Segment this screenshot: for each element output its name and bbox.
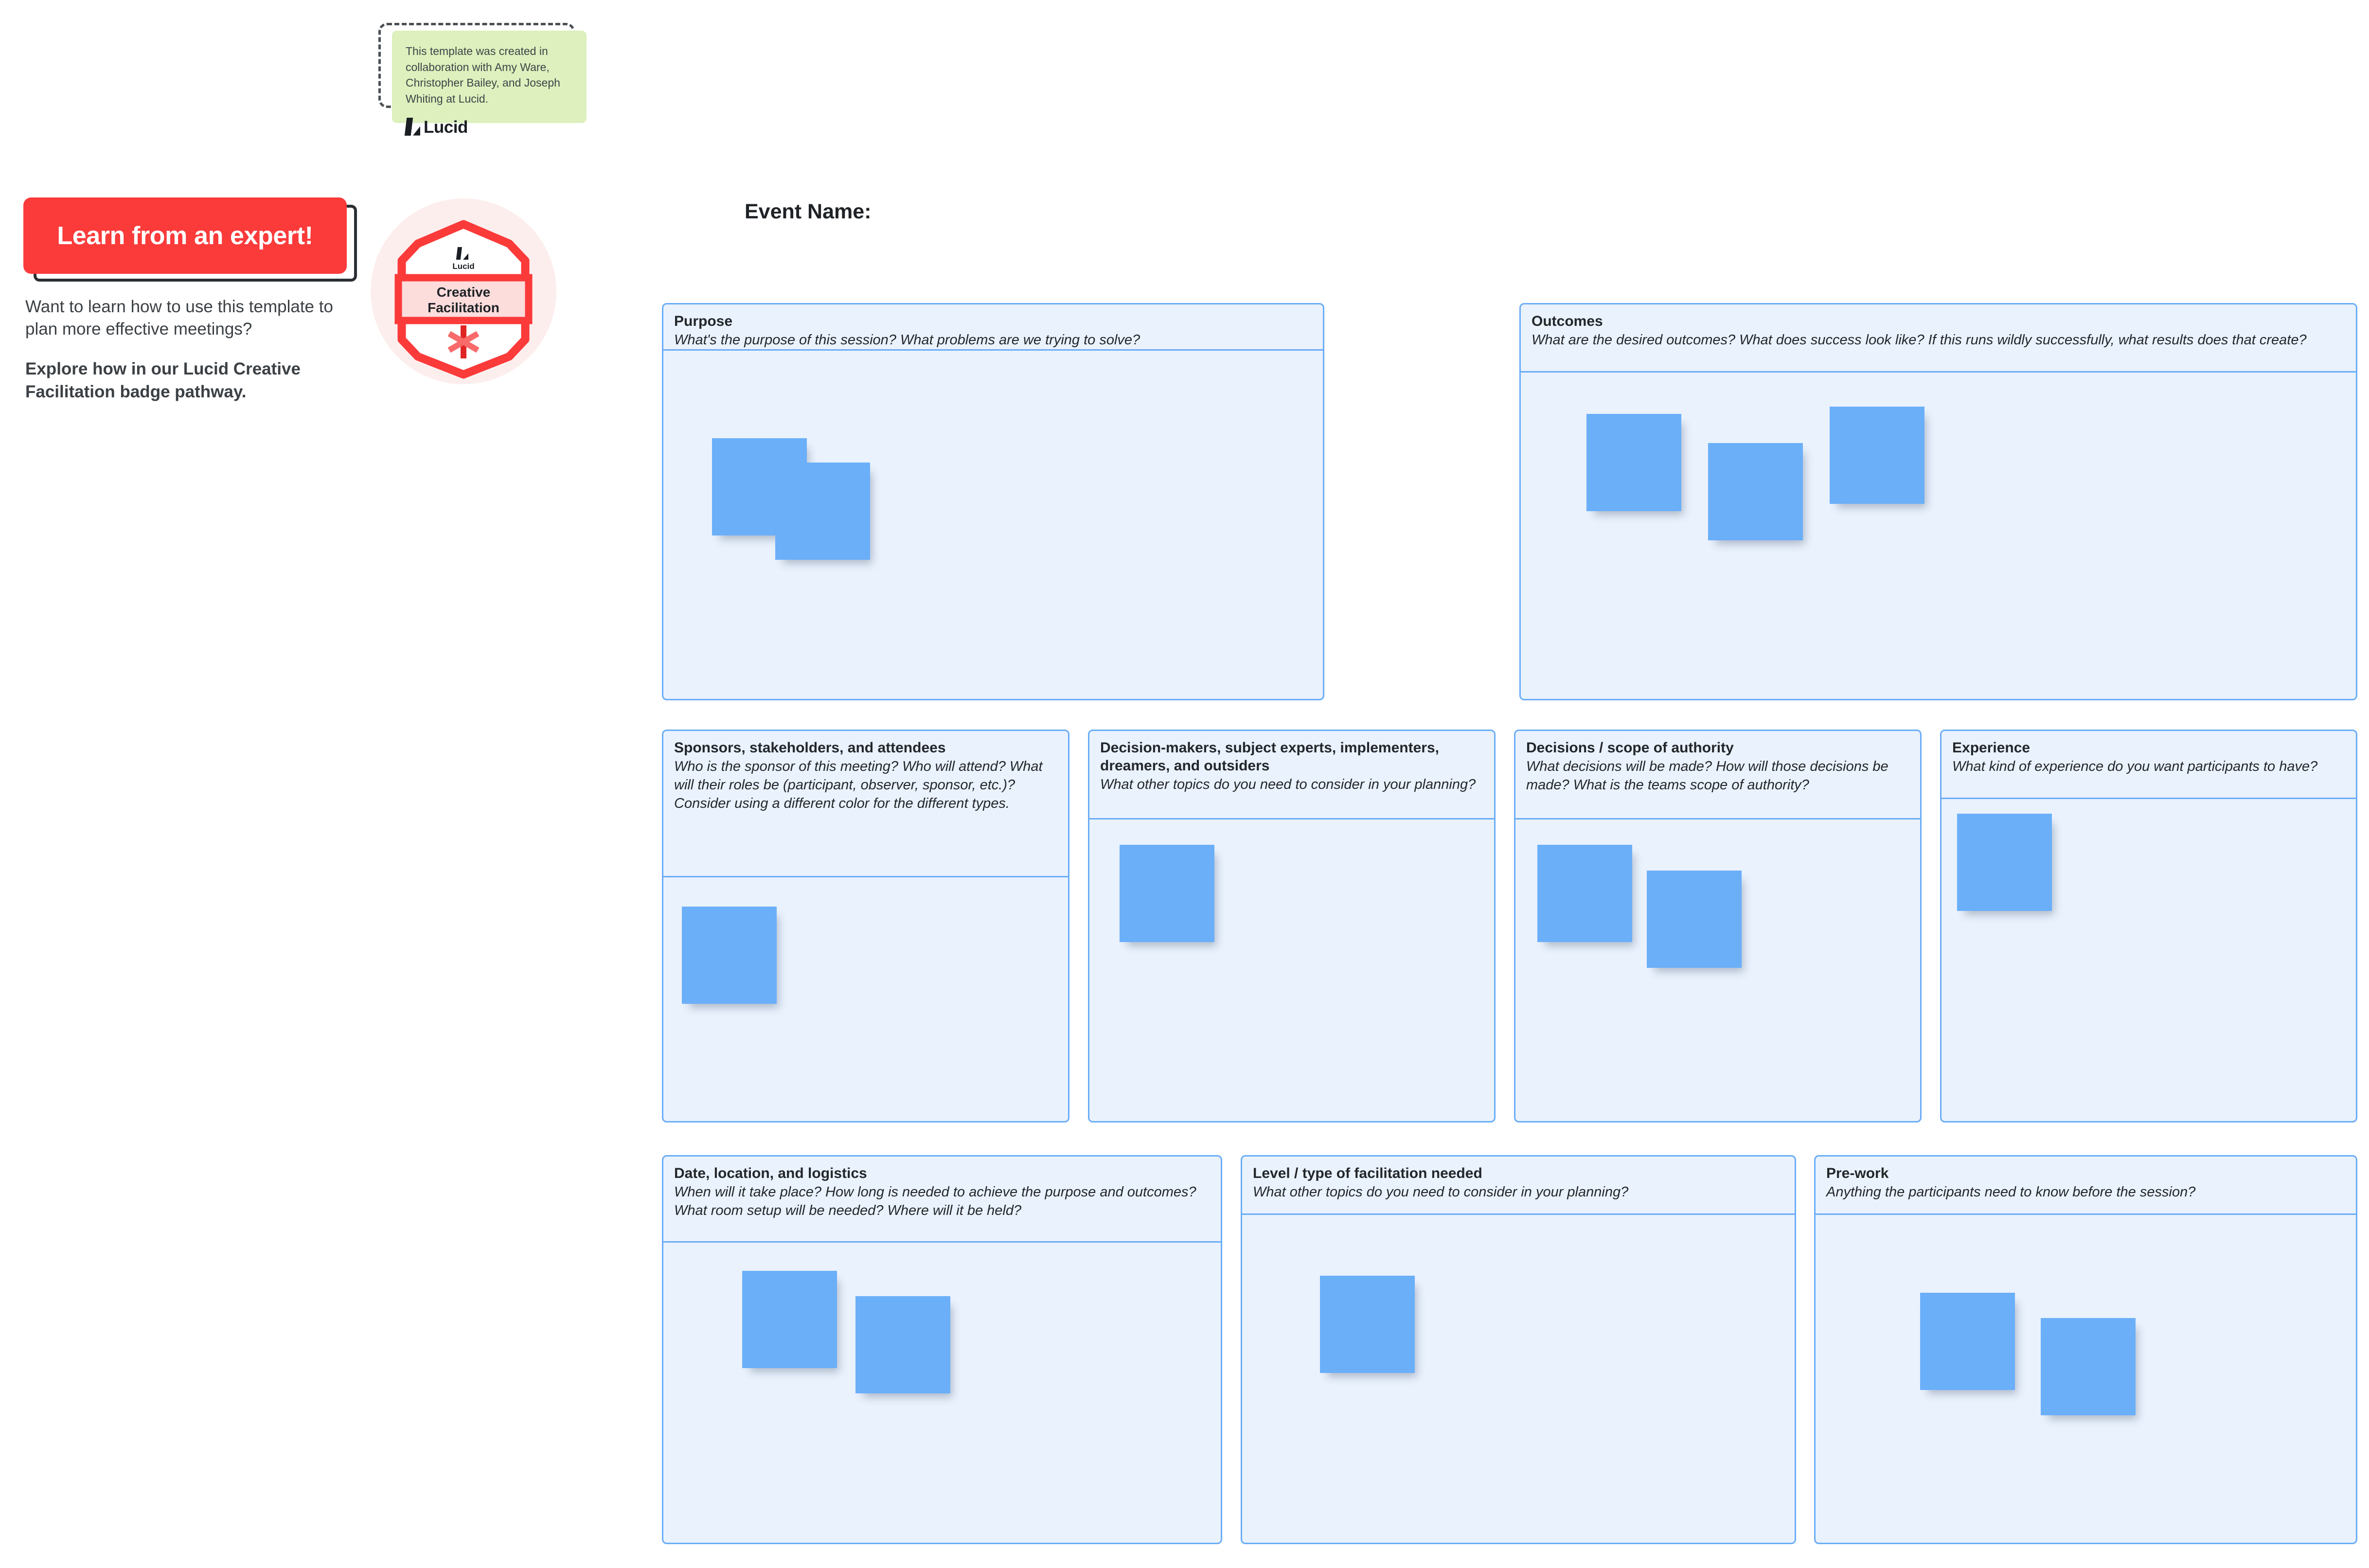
promo-copy: Want to learn how to use this template t… bbox=[25, 296, 351, 403]
card-title: Sponsors, stakeholders, and attendees bbox=[674, 740, 946, 756]
card-body[interactable] bbox=[663, 1243, 1221, 1543]
card-header: Level / type of facilitation needed What… bbox=[1242, 1157, 1795, 1215]
card-title: Outcomes bbox=[1532, 313, 1603, 329]
card-decisions-scope-of-authority[interactable]: Decisions / scope of authority What deci… bbox=[1514, 730, 1922, 1123]
card-experience[interactable]: Experience What kind of experience do yo… bbox=[1940, 730, 2357, 1123]
card-level-type-facilitation[interactable]: Level / type of facilitation needed What… bbox=[1241, 1155, 1796, 1544]
card-prompt: Anything the participants need to know b… bbox=[1826, 1184, 2196, 1200]
sticky-note[interactable] bbox=[1586, 414, 1681, 511]
card-body[interactable] bbox=[663, 351, 1323, 699]
card-date-location-logistics[interactable]: Date, location, and logistics When will … bbox=[662, 1155, 1222, 1544]
sticky-note[interactable] bbox=[2041, 1318, 2136, 1415]
sticky-note[interactable] bbox=[1320, 1276, 1415, 1373]
creative-facilitation-badge: Lucid Creative Facilitation bbox=[371, 198, 556, 384]
card-header: Decision-makers, subject experts, implem… bbox=[1089, 731, 1494, 820]
card-body[interactable] bbox=[1942, 799, 2356, 1121]
card-body[interactable] bbox=[1515, 820, 1920, 1121]
sticky-note[interactable] bbox=[682, 907, 777, 1004]
sticky-note[interactable] bbox=[1957, 814, 2052, 911]
card-prompt: What's the purpose of this session? What… bbox=[674, 332, 1140, 348]
card-title: Date, location, and logistics bbox=[674, 1165, 867, 1181]
card-decision-makers[interactable]: Decision-makers, subject experts, implem… bbox=[1088, 730, 1496, 1123]
badge-brand-label: Lucid bbox=[452, 262, 475, 271]
sticky-note[interactable] bbox=[855, 1296, 950, 1393]
card-title: Pre-work bbox=[1826, 1165, 1889, 1181]
card-title: Purpose bbox=[674, 313, 733, 329]
sticky-note[interactable] bbox=[1647, 871, 1742, 968]
attribution-sticky-note[interactable]: This template was created in collaborati… bbox=[392, 31, 587, 136]
lucid-logo: Lucid bbox=[406, 118, 573, 136]
sticky-note[interactable] bbox=[1830, 407, 1924, 504]
card-prompt: When will it take place? How long is nee… bbox=[674, 1184, 1196, 1218]
attribution-text: This template was created in collaborati… bbox=[406, 45, 560, 105]
badge-title-line2: Facilitation bbox=[427, 300, 499, 315]
card-header: Experience What kind of experience do yo… bbox=[1942, 731, 2356, 799]
page-title: Event Name: bbox=[745, 200, 872, 223]
lucid-mark-icon bbox=[406, 118, 420, 136]
card-body[interactable] bbox=[1521, 373, 2356, 699]
card-header: Date, location, and logistics When will … bbox=[663, 1157, 1221, 1243]
sticky-note[interactable] bbox=[1537, 845, 1632, 942]
card-body[interactable] bbox=[1816, 1215, 2356, 1543]
card-pre-work[interactable]: Pre-work Anything the participants need … bbox=[1814, 1155, 2357, 1544]
sticky-note[interactable] bbox=[775, 463, 870, 560]
sticky-note[interactable] bbox=[1120, 845, 1214, 942]
card-prompt: What kind of experience do you want part… bbox=[1952, 759, 2318, 775]
card-prompt: What other topics do you need to conside… bbox=[1253, 1184, 1629, 1200]
card-header: Decisions / scope of authority What deci… bbox=[1515, 731, 1920, 820]
card-title: Decision-makers, subject experts, implem… bbox=[1100, 740, 1439, 774]
badge-title-line1: Creative bbox=[436, 285, 491, 300]
card-prompt: Who is the sponsor of this meeting? Who … bbox=[674, 759, 1043, 811]
card-header: Outcomes What are the desired outcomes? … bbox=[1521, 304, 2356, 373]
promo-paragraph: Want to learn how to use this template t… bbox=[25, 297, 333, 339]
card-body[interactable] bbox=[1242, 1215, 1795, 1543]
lucid-wordmark-text: Lucid bbox=[424, 118, 468, 137]
card-header: Sponsors, stakeholders, and attendees Wh… bbox=[663, 731, 1068, 877]
card-title: Experience bbox=[1952, 740, 2031, 756]
card-body[interactable] bbox=[663, 877, 1068, 1121]
card-sponsors-stakeholders-attendees[interactable]: Sponsors, stakeholders, and attendees Wh… bbox=[662, 730, 1069, 1123]
card-prompt: What other topics do you need to conside… bbox=[1100, 777, 1476, 793]
card-title: Level / type of facilitation needed bbox=[1253, 1165, 1482, 1181]
card-prompt: What decisions will be made? How will th… bbox=[1526, 759, 1888, 793]
sticky-note[interactable] bbox=[742, 1271, 837, 1368]
sticky-note[interactable] bbox=[1920, 1293, 2015, 1390]
card-title: Decisions / scope of authority bbox=[1526, 740, 1734, 756]
card-header: Purpose What's the purpose of this sessi… bbox=[663, 304, 1323, 351]
learn-from-expert-label: Learn from an expert! bbox=[57, 221, 313, 250]
card-header: Pre-work Anything the participants need … bbox=[1816, 1157, 2356, 1215]
promo-cta: Explore how in our Lucid Creative Facili… bbox=[25, 359, 301, 401]
card-body[interactable] bbox=[1089, 820, 1494, 1121]
card-purpose[interactable]: Purpose What's the purpose of this sessi… bbox=[662, 303, 1324, 700]
card-prompt: What are the desired outcomes? What does… bbox=[1532, 332, 2307, 348]
learn-from-expert-button[interactable]: Learn from an expert! bbox=[23, 197, 347, 274]
card-outcomes[interactable]: Outcomes What are the desired outcomes? … bbox=[1519, 303, 2357, 700]
sticky-note[interactable] bbox=[1708, 443, 1803, 540]
